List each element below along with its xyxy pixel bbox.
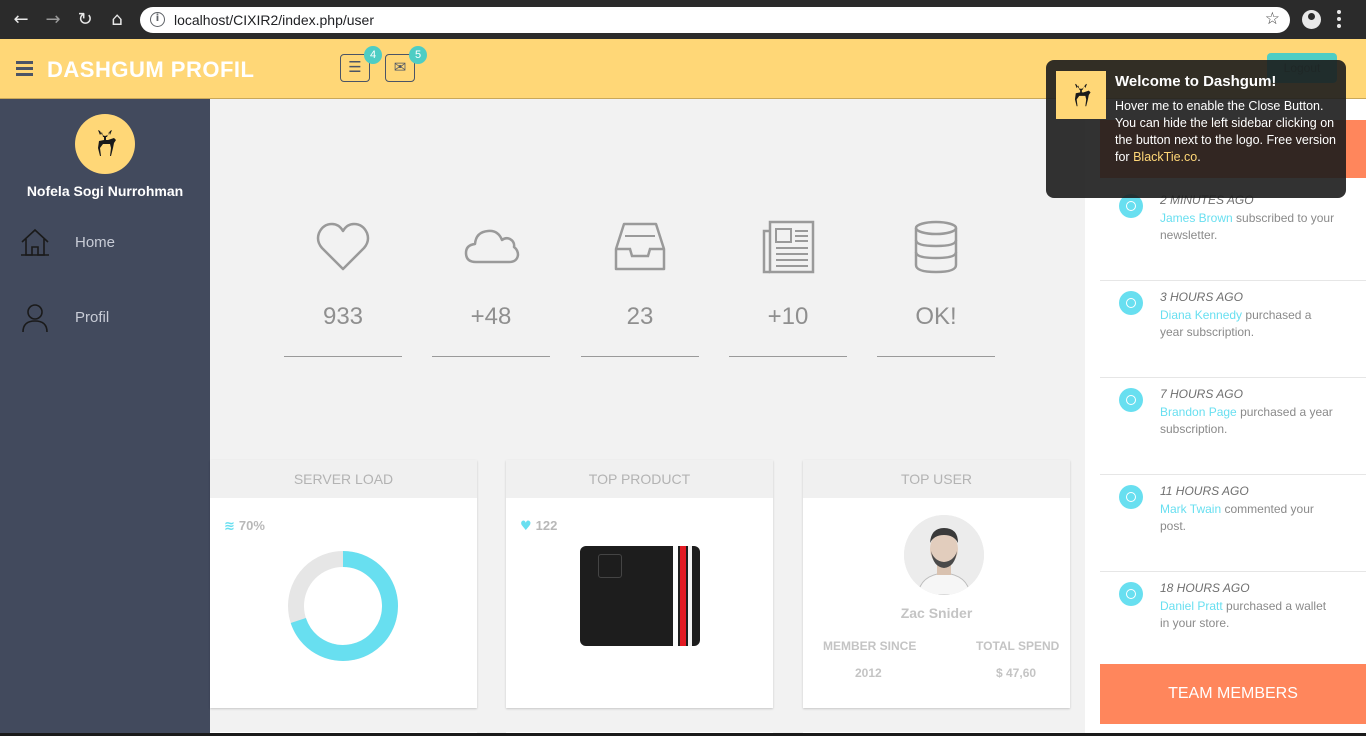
server-load-stat: ≋ 70% [224, 518, 265, 534]
activity-item: 7 HOURS AGO Brandon Page purchased a yea… [1100, 378, 1366, 475]
home-icon[interactable]: ⌂ [105, 8, 129, 32]
bookmark-star-icon[interactable]: ☆ [1265, 9, 1280, 29]
activity-item: 18 HOURS AGO Daniel Pratt purchased a wa… [1100, 572, 1366, 669]
stat-value: +48 [470, 303, 512, 330]
activity-desc: Diana Kennedy purchased a year subscript… [1160, 307, 1335, 341]
heart-icon [316, 222, 370, 271]
activity-time: 3 HOURS AGO [1160, 290, 1243, 304]
server-load-donut [288, 551, 398, 661]
activity-desc: Brandon Page purchased a year subscripti… [1160, 404, 1335, 438]
tasks-button[interactable]: ☰ 4 [340, 46, 382, 82]
welcome-toast[interactable]: Welcome to Dashgum! Hover me to enable t… [1046, 60, 1346, 198]
toast-logo [1056, 71, 1106, 119]
url-text[interactable]: localhost/CIXIR2/index.php/user [174, 12, 374, 28]
toast-title: Welcome to Dashgum! [1115, 73, 1277, 90]
sidebar-item-home[interactable]: Home [0, 217, 210, 267]
forward-arrow-icon[interactable]: → [41, 8, 65, 32]
user-icon [22, 304, 48, 333]
sidebar: Nofela Sogi Nurrohman Home Profil [0, 99, 210, 736]
user-photo[interactable] [904, 515, 984, 595]
team-members-button[interactable]: TEAM MEMBERS [1100, 664, 1366, 724]
blacktie-link[interactable]: BlackTie.co [1133, 150, 1197, 164]
member-since-value: 2012 [855, 666, 882, 680]
activity-time: 11 HOURS AGO [1160, 484, 1249, 498]
house-icon [21, 228, 49, 256]
activity-desc: James Brown subscribed to your newslette… [1160, 210, 1335, 244]
panel-title: TOP PRODUCT [506, 460, 773, 498]
reload-icon[interactable]: ↻ [73, 8, 97, 32]
activity-user-link[interactable]: Brandon Page [1160, 405, 1237, 419]
product-likes: ♥ 122 [520, 518, 557, 534]
stat-value: OK! [915, 303, 957, 330]
toast-body: Hover me to enable the Close Button. You… [1115, 98, 1340, 166]
stat-value: +10 [767, 303, 809, 330]
activity-desc: Daniel Pratt purchased a wallet in your … [1160, 598, 1335, 632]
sidebar-item-label: Home [75, 234, 116, 251]
newspaper-icon [762, 220, 815, 274]
tasks-icon: ☰ [348, 58, 362, 76]
sidebar-item-profil[interactable]: Profil [0, 292, 210, 342]
database-icon: ≋ [224, 519, 235, 534]
stat-likes: 933 [284, 214, 402, 357]
top-user-name[interactable]: Zac Snider [803, 605, 1070, 621]
clock-icon [1119, 582, 1143, 606]
activity-item: 2 MINUTES AGO James Brown subscribed to … [1100, 184, 1366, 281]
heart-icon: ♥ [520, 519, 532, 534]
total-spend-label: TOTAL SPEND [976, 639, 1060, 653]
brand-logo[interactable]: DASHGUM PROFIL [47, 57, 254, 83]
tasks-badge: 4 [364, 46, 382, 64]
deer-icon [98, 130, 116, 156]
activity-item: 11 HOURS AGO Mark Twain commented your p… [1100, 475, 1366, 572]
activity-user-link[interactable]: Diana Kennedy [1160, 308, 1242, 322]
sidebar-item-label: Profil [75, 309, 110, 326]
main-content: 933 +48 23 +10 OK! SERVER LOAD ≋ 70% TOP… [210, 99, 1085, 736]
panel-title: TOP USER [803, 460, 1070, 498]
sidebar-username[interactable]: Nofela Sogi Nurrohman [0, 183, 210, 199]
activity-time: 18 HOURS AGO [1160, 581, 1250, 595]
wallet-logo [598, 554, 622, 578]
browser-menu-icon[interactable] [1337, 10, 1341, 28]
mail-badge: 5 [409, 46, 427, 64]
stat-database: OK! [877, 214, 995, 357]
browser-profile-icon[interactable] [1302, 10, 1321, 29]
panel-title: SERVER LOAD [210, 460, 477, 498]
activity-user-link[interactable]: Daniel Pratt [1160, 599, 1223, 613]
cloud-icon [464, 229, 520, 264]
clock-icon [1119, 291, 1143, 315]
toast-suffix: . [1197, 150, 1201, 164]
database-icon [914, 220, 958, 274]
deer-icon [1074, 83, 1091, 107]
server-load-value: 70% [238, 518, 265, 533]
stat-cloud: +48 [432, 214, 550, 357]
back-arrow-icon[interactable]: ← [9, 8, 33, 32]
wallet-product-image[interactable] [580, 546, 700, 646]
stat-news: +10 [729, 214, 847, 357]
member-since-label: MEMBER SINCE [823, 639, 917, 653]
activity-desc: Mark Twain commented your post. [1160, 501, 1335, 535]
top-user-panel: TOP USER Zac Snider MEMBER SINCE 2012 TO… [803, 460, 1070, 708]
user-portrait-image [904, 515, 984, 595]
stat-inbox: 23 [581, 214, 699, 357]
avatar[interactable] [75, 114, 135, 174]
info-icon[interactable]: i [150, 12, 165, 27]
clock-icon [1119, 485, 1143, 509]
inbox-icon [614, 222, 666, 271]
stat-value: 933 [322, 303, 364, 330]
activity-time: 7 HOURS AGO [1160, 387, 1243, 401]
address-bar[interactable]: i localhost/CIXIR2/index.php/user ☆ [140, 7, 1290, 33]
hamburger-menu-icon[interactable] [16, 61, 33, 77]
mail-button[interactable]: ✉ 5 [385, 46, 427, 82]
envelope-icon: ✉ [393, 58, 407, 76]
clock-icon [1119, 388, 1143, 412]
activity-user-link[interactable]: Mark Twain [1160, 502, 1221, 516]
top-product-panel: TOP PRODUCT ♥ 122 [506, 460, 773, 708]
server-load-panel: SERVER LOAD ≋ 70% [210, 460, 477, 708]
activity-user-link[interactable]: James Brown [1160, 211, 1233, 225]
stat-value: 23 [626, 303, 654, 330]
browser-toolbar: ← → ↻ ⌂ i localhost/CIXIR2/index.php/use… [0, 0, 1366, 39]
total-spend-value: $ 47,60 [996, 666, 1037, 680]
activity-item: 3 HOURS AGO Diana Kennedy purchased a ye… [1100, 281, 1366, 378]
product-likes-value: 122 [535, 518, 558, 533]
